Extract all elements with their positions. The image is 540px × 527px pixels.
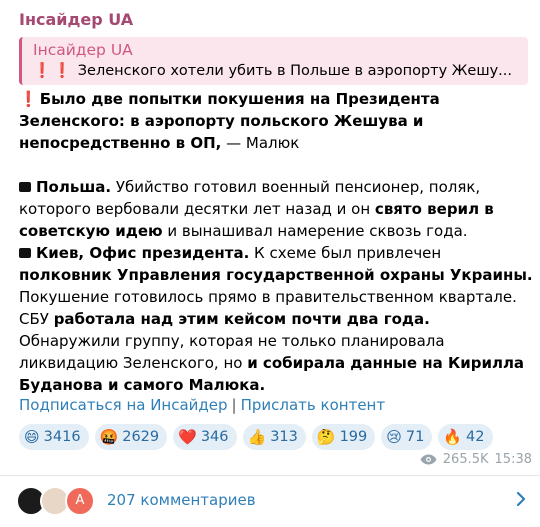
reaction-count: 199 — [339, 429, 368, 445]
reaction-fire[interactable]: 🔥 42 — [438, 424, 493, 450]
subscribe-link[interactable]: Подписаться на Инсайдер — [19, 396, 228, 414]
eye-icon — [420, 454, 437, 465]
send-content-link[interactable]: Прислать контент — [241, 396, 385, 414]
bold-text: Киев, Офис президента. — [36, 244, 250, 262]
thinking-emoji-icon: 🤔 — [316, 428, 336, 446]
angry-emoji-icon: 🤬 — [99, 428, 119, 446]
bold-text: работала над этим кейсом почти два года. — [53, 310, 430, 328]
reaction-count: 313 — [270, 429, 298, 445]
reaction-count: 42 — [466, 429, 485, 445]
avatar: A — [65, 486, 95, 516]
chevron-right-icon[interactable] — [516, 491, 526, 507]
message-time: 15:38 — [494, 452, 532, 467]
reaction-thinking[interactable]: 🤔 199 — [311, 424, 376, 450]
black-square-icon — [19, 248, 31, 258]
paragraph-poland: Польша. Убийство готовил военный пенсион… — [19, 176, 534, 242]
reaction-count: 2629 — [122, 429, 160, 445]
reaction-count: 346 — [200, 429, 229, 445]
bold-text: Польша. — [36, 178, 112, 196]
comments-count-label[interactable]: 207 комментариев — [107, 491, 256, 509]
heart-emoji-icon: ❤️ — [178, 428, 197, 446]
fire-emoji-icon: 🔥 — [443, 428, 463, 446]
reaction-thumbs-up[interactable]: 👍 313 — [242, 424, 306, 450]
text: К схеме был привлечен — [249, 244, 442, 262]
reply-text: ❗ ❗ Зеленского хотели убить в Польше в аэ… — [33, 60, 528, 82]
channel-name[interactable]: Інсайдер UA — [19, 10, 133, 29]
black-square-icon — [19, 182, 31, 192]
crying-emoji-icon: 😢 — [386, 428, 402, 446]
message-bubble: Інсайдер UA Інсайдер UA ❗ ❗ Зеленского хо… — [0, 0, 540, 527]
text: — Малюк — [221, 134, 300, 152]
exclamation-icon: ❗ — [53, 63, 72, 79]
reaction-heart[interactable]: ❤️ 346 — [173, 424, 237, 450]
reaction-count: 71 — [405, 429, 425, 445]
exclamation-icon: ❗ — [33, 63, 52, 79]
paragraph-intro: ❗ Было две попытки покушения на Президент… — [19, 88, 534, 154]
footer-links: Подписаться на Инсайдер | Прислать контент — [19, 396, 385, 414]
reply-author: Інсайдер UA — [33, 41, 133, 59]
view-count: 265.5K — [442, 452, 489, 467]
paragraph-kyiv: Киев, Офис президента. К схеме был привл… — [19, 242, 534, 396]
reaction-count: 3416 — [43, 429, 81, 445]
laugh-emoji-icon: 😄 — [24, 428, 40, 446]
exclamation-icon: ❗ — [19, 90, 38, 108]
bold-text: полковник Управления государственной охр… — [19, 266, 533, 284]
reaction-crying[interactable]: 😢 71 — [381, 424, 433, 450]
reply-snippet: Зеленского хотели убить в Польше в аэроп… — [77, 63, 513, 79]
text: и вынашивал намерение сквозь года. — [162, 222, 468, 240]
post-text: ❗ Было две попытки покушения на Президент… — [19, 88, 534, 396]
reply-preview[interactable]: Інсайдер UA ❗ ❗ Зеленского хотели убить в… — [19, 37, 528, 85]
reactions-bar: 😄 3416 🤬 2629 ❤️ 346 👍 313 🤔 199 😢 71 🔥 42 — [19, 424, 493, 450]
comments-bar[interactable]: A 207 комментариев — [0, 476, 540, 527]
reaction-laugh[interactable]: 😄 3416 — [19, 424, 89, 450]
reaction-angry[interactable]: 🤬 2629 — [94, 424, 168, 450]
thumbs-up-emoji-icon: 👍 — [247, 428, 267, 446]
link-separator: | — [231, 396, 237, 414]
message-meta: 265.5K 15:38 — [420, 452, 532, 467]
